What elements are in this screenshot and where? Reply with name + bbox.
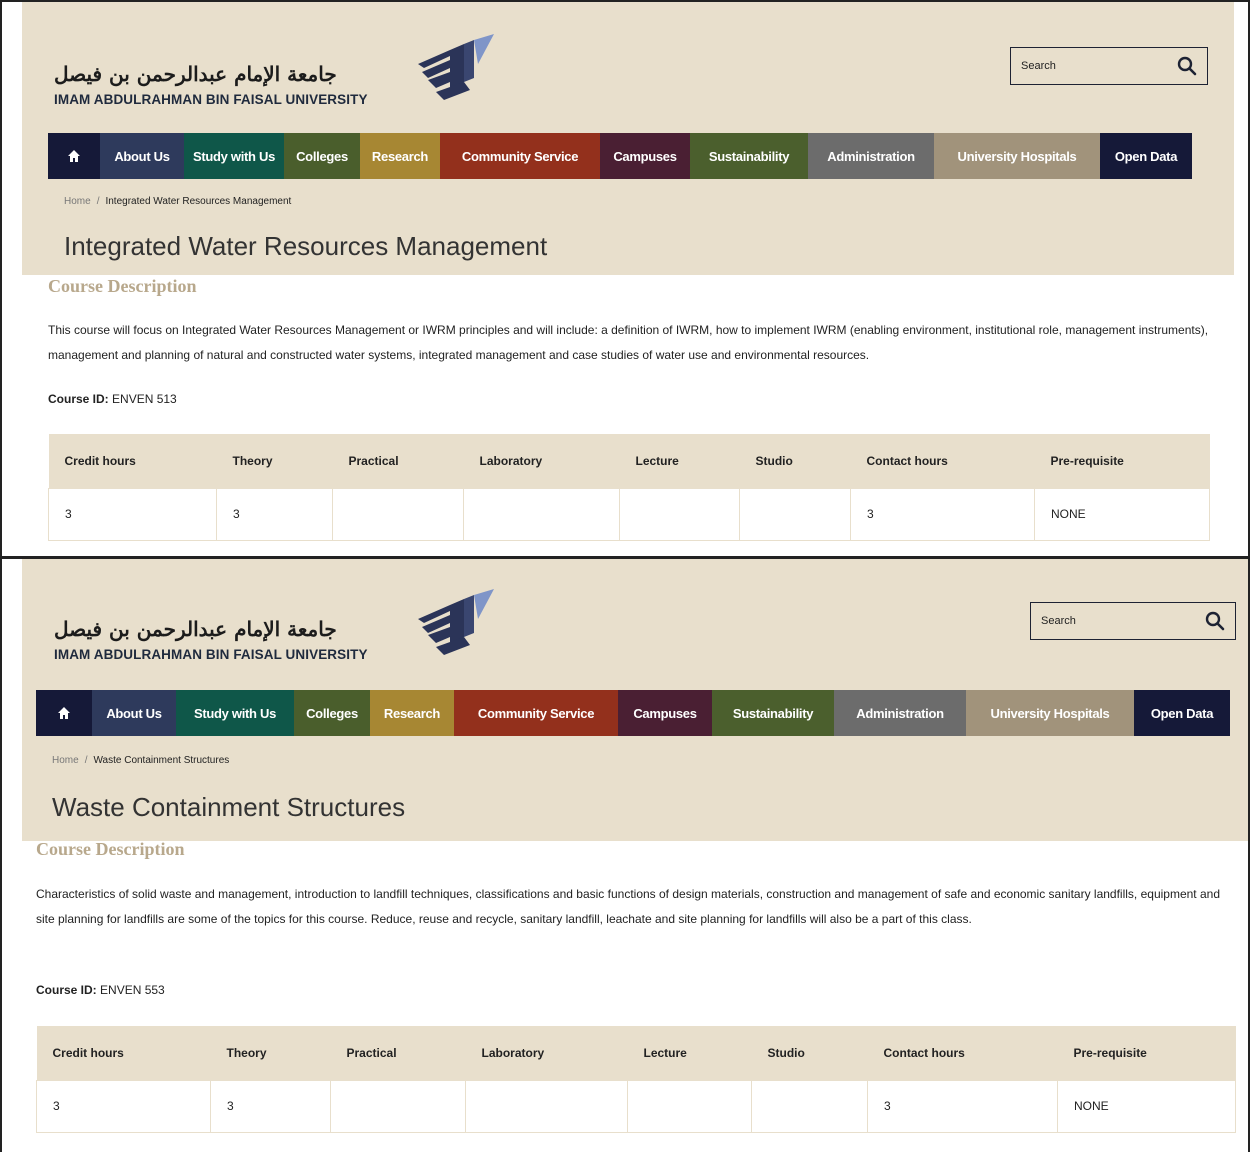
table-row: 3 3 3 NONE xyxy=(48,487,1210,541)
nav-colleges[interactable]: Colleges xyxy=(284,133,360,179)
search-icon[interactable] xyxy=(1205,611,1225,631)
nav-campuses[interactable]: Campuses xyxy=(600,133,690,179)
search-input[interactable] xyxy=(1021,56,1171,76)
table-cell-practical xyxy=(332,487,464,541)
table-row: 3 3 3 NONE xyxy=(36,1079,1236,1133)
table-header-practical: Practical xyxy=(330,1026,466,1080)
nav-research[interactable]: Research xyxy=(370,690,454,736)
nav-colleges[interactable]: Colleges xyxy=(294,690,370,736)
logo-english-text: IMAM ABDULRAHMAN BIN FAISAL UNIVERSITY xyxy=(54,647,368,662)
table-cell-credit-hours: 3 xyxy=(36,1079,211,1133)
page-title: Integrated Water Resources Management xyxy=(64,231,548,261)
main-nav: About Us Study with Us Colleges Research… xyxy=(48,133,1192,179)
search-input[interactable] xyxy=(1041,611,1191,631)
nav-about-us[interactable]: About Us xyxy=(92,690,176,736)
page-title: Waste Containment Structures xyxy=(52,792,406,822)
main-nav: About Us Study with Us Colleges Research… xyxy=(36,690,1230,736)
table-cell-pre-requisite: NONE xyxy=(1034,487,1210,541)
course-description: This course will focus on Integrated Wat… xyxy=(48,323,1209,362)
nav-home[interactable] xyxy=(36,690,92,736)
table-header-contact-hours: Contact hours xyxy=(850,434,1035,488)
table-cell-contact-hours: 3 xyxy=(850,487,1035,541)
nav-study-with-us[interactable]: Study with Us xyxy=(184,133,284,179)
nav-administration[interactable]: Administration xyxy=(808,133,934,179)
table-header-pre-requisite: Pre-requisite xyxy=(1034,434,1210,488)
university-emblem-icon xyxy=(418,589,494,655)
table-header-laboratory: Laboratory xyxy=(465,1026,628,1080)
table-cell-theory: 3 xyxy=(210,1079,331,1133)
logo-english-text: IMAM ABDULRAHMAN BIN FAISAL UNIVERSITY xyxy=(54,92,368,107)
breadcrumb-current: Integrated Water Resources Management xyxy=(105,196,292,207)
table-header-laboratory: Laboratory xyxy=(463,434,620,488)
nav-campuses[interactable]: Campuses xyxy=(618,690,712,736)
breadcrumb: Home / Waste Containment Structures xyxy=(52,755,229,766)
nav-open-data[interactable]: Open Data xyxy=(1100,133,1192,179)
table-cell-laboratory xyxy=(463,487,620,541)
section-heading: Course Description xyxy=(36,839,185,859)
breadcrumb: Home / Integrated Water Resources Manageme… xyxy=(64,196,291,207)
table-header-studio: Studio xyxy=(751,1026,868,1080)
table-header-studio: Studio xyxy=(739,434,851,488)
table-cell-pre-requisite: NONE xyxy=(1057,1079,1236,1133)
course-description: Characteristics of solid waste and manag… xyxy=(36,887,1220,926)
table-header-lecture: Lecture xyxy=(619,434,740,488)
nav-home[interactable] xyxy=(48,133,100,179)
search-box[interactable] xyxy=(1010,47,1208,85)
nav-sustainability[interactable]: Sustainability xyxy=(712,690,834,736)
home-icon xyxy=(58,707,70,719)
logo-arabic-text: جامعة الإمام عبدالرحمن بن فيصل xyxy=(54,62,337,86)
breadcrumb-current: Waste Containment Structures xyxy=(93,755,230,766)
breadcrumb-separator: / xyxy=(96,196,100,207)
section-heading: Course Description xyxy=(48,276,197,296)
nav-research[interactable]: Research xyxy=(360,133,440,179)
table-cell-studio xyxy=(751,1079,868,1133)
course-id: Course ID: ENVEN 513 xyxy=(48,392,177,406)
nav-university-hospitals[interactable]: University Hospitals xyxy=(934,133,1100,179)
search-icon[interactable] xyxy=(1177,56,1197,76)
nav-open-data[interactable]: Open Data xyxy=(1134,690,1230,736)
course-id-value: ENVEN 553 xyxy=(96,983,165,997)
logo-arabic-text: جامعة الإمام عبدالرحمن بن فيصل xyxy=(54,617,337,641)
course-table: Credit hours Theory Practical Laboratory… xyxy=(36,1026,1236,1133)
nav-community-service[interactable]: Community Service xyxy=(440,133,600,179)
course-id-label: Course ID: xyxy=(48,392,109,406)
table-cell-contact-hours: 3 xyxy=(867,1079,1058,1133)
table-header-row: Credit hours Theory Practical Laboratory… xyxy=(48,434,1210,488)
table-header-practical: Practical xyxy=(332,434,464,488)
breadcrumb-separator: / xyxy=(84,755,88,766)
table-header-credit-hours: Credit hours xyxy=(48,434,217,488)
screenshot-panel-1: جامعة الإمام عبدالرحمن بن فيصل IMAM ABDU… xyxy=(0,0,1250,556)
course-id-value: ENVEN 513 xyxy=(108,392,177,406)
table-header-theory: Theory xyxy=(210,1026,331,1080)
search-box[interactable] xyxy=(1030,602,1236,640)
breadcrumb-home-link[interactable]: Home xyxy=(52,755,79,766)
university-emblem-icon xyxy=(418,34,494,100)
table-header-credit-hours: Credit hours xyxy=(36,1026,211,1080)
nav-study-with-us[interactable]: Study with Us xyxy=(176,690,294,736)
nav-about-us[interactable]: About Us xyxy=(100,133,184,179)
nav-community-service[interactable]: Community Service xyxy=(454,690,618,736)
screenshot-panel-2: جامعة الإمام عبدالرحمن بن فيصل IMAM ABDU… xyxy=(0,556,1250,1152)
table-header-theory: Theory xyxy=(216,434,333,488)
course-id: Course ID: ENVEN 553 xyxy=(36,983,165,997)
table-cell-credit-hours: 3 xyxy=(48,487,217,541)
table-header-row: Credit hours Theory Practical Laboratory… xyxy=(36,1026,1236,1080)
breadcrumb-home-link[interactable]: Home xyxy=(64,196,91,207)
table-header-lecture: Lecture xyxy=(627,1026,752,1080)
table-cell-laboratory xyxy=(465,1079,628,1133)
table-cell-lecture xyxy=(627,1079,752,1133)
table-cell-theory: 3 xyxy=(216,487,333,541)
course-table: Credit hours Theory Practical Laboratory… xyxy=(48,434,1210,541)
table-cell-lecture xyxy=(619,487,740,541)
table-cell-practical xyxy=(330,1079,466,1133)
table-header-pre-requisite: Pre-requisite xyxy=(1057,1026,1236,1080)
home-icon xyxy=(68,150,80,162)
nav-sustainability[interactable]: Sustainability xyxy=(690,133,808,179)
table-header-contact-hours: Contact hours xyxy=(867,1026,1058,1080)
table-cell-studio xyxy=(739,487,851,541)
course-id-label: Course ID: xyxy=(36,983,97,997)
nav-administration[interactable]: Administration xyxy=(834,690,966,736)
nav-university-hospitals[interactable]: University Hospitals xyxy=(966,690,1134,736)
